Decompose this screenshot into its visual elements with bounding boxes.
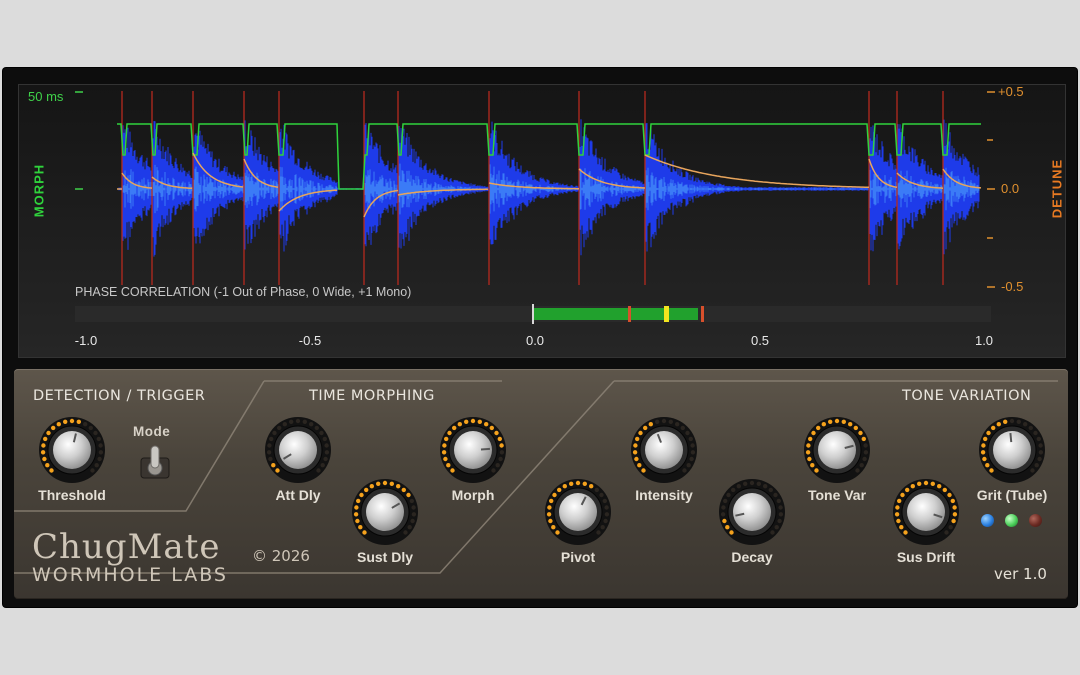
intensity-label: Intensity [635,487,693,503]
sus-drift-label: Sus Drift [896,549,956,565]
tube-mode-led-red[interactable] [1029,514,1042,527]
phase-meter-zero-mark [532,304,534,324]
phase-tick-neg1: -1.0 [74,333,98,348]
section-time-morphing: TIME MORPHING [309,388,435,404]
copyright: © 2026 [252,547,310,565]
section-tone-variation: TONE VARIATION [902,388,1032,404]
company-name: WORMHOLE LABS [32,564,228,586]
phase-tick-neg05: -0.5 [298,333,322,348]
mode-label: Mode [133,424,171,439]
decay-label: Decay [731,549,773,565]
pivot-knob[interactable] [543,477,613,547]
grit-label: Grit (Tube) [976,487,1048,503]
att-dly-label: Att Dly [275,487,321,503]
detune-scale-mid: 0.0 [1001,181,1020,196]
section-detection-trigger: DETECTION / TRIGGER [33,388,206,404]
grit-knob[interactable] [977,415,1047,485]
phase-meter-peak-marker [663,306,669,322]
detune-scale-max: +0.5 [998,84,1024,99]
time-scale-label: 50 ms [28,89,64,104]
tube-mode-led-blue[interactable] [981,514,994,527]
waveform-display: 50 ms MORPH DETUNE +0.5 0.0 -0.5 PHASE C… [18,84,1066,358]
att-dly-knob[interactable] [263,415,333,485]
threshold-label: Threshold [38,487,106,503]
control-panel: DETECTION / TRIGGER TIME MORPHING TONE V… [14,369,1068,599]
phase-tick-0: 0.0 [525,333,545,348]
sus-drift-knob[interactable] [891,477,961,547]
morph-axis-label: MORPH [31,163,47,218]
phase-tick-pos05: 0.5 [750,333,770,348]
version-label: ver 1.0 [994,565,1047,583]
detune-axis-label: DETUNE [1049,158,1065,219]
plugin-window: 50 ms MORPH DETUNE +0.5 0.0 -0.5 PHASE C… [3,68,1077,607]
morph-knob-label: Morph [451,487,495,503]
phase-tick-pos1: 1.0 [974,333,994,348]
phase-correlation-meter [75,304,991,324]
intensity-knob[interactable] [629,415,699,485]
tube-mode-led-green[interactable] [1005,514,1018,527]
product-name: ChugMate [32,527,221,567]
pivot-label: Pivot [560,549,596,565]
threshold-knob[interactable] [37,415,107,485]
tone-var-knob[interactable] [802,415,872,485]
mode-toggle-switch[interactable] [139,444,171,480]
tone-var-label: Tone Var [807,487,867,503]
phase-meter-fill [533,308,698,320]
detune-scale-min: -0.5 [1001,279,1024,294]
phase-correlation-title: PHASE CORRELATION (-1 Out of Phase, 0 Wi… [75,285,412,299]
sust-dly-label: Sust Dly [356,549,413,565]
phase-meter-low-marker [628,306,632,322]
sust-dly-knob[interactable] [350,477,420,547]
brand-block: ChugMate WORMHOLE LABS [32,529,228,585]
morph-knob[interactable] [438,415,508,485]
phase-meter-high-marker [701,306,705,322]
